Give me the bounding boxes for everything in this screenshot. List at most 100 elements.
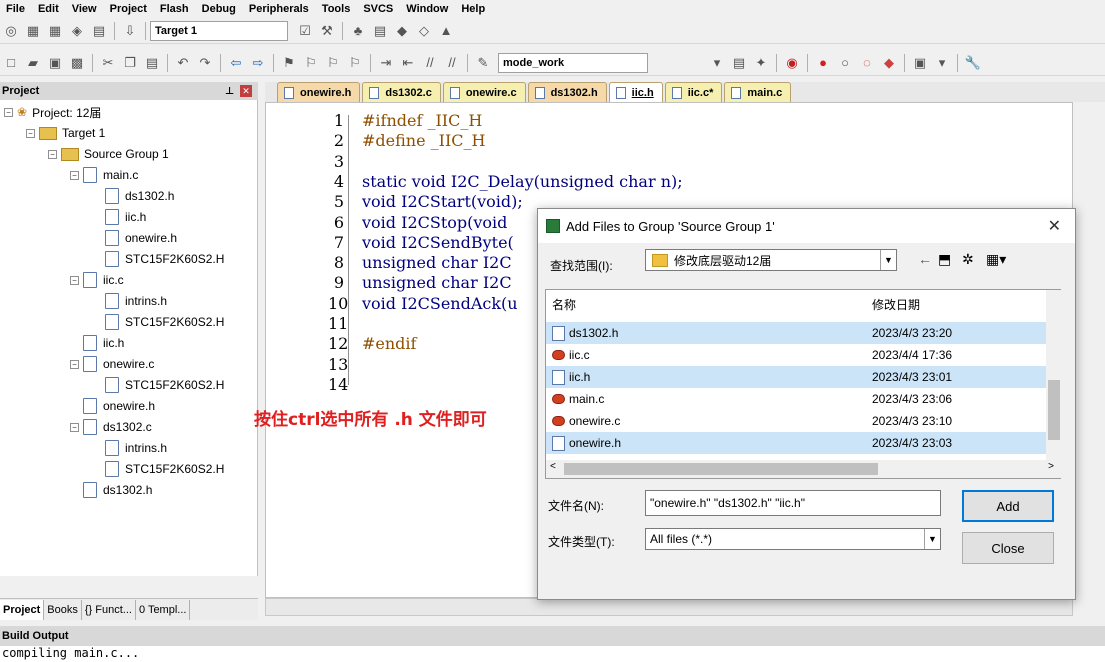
find-in-files-icon[interactable]: ✎ [474, 54, 492, 72]
prev-bookmark-icon[interactable]: ⚐ [302, 54, 320, 72]
menu-item-flash[interactable]: Flash [154, 3, 196, 15]
editor-tab[interactable]: main.c [724, 82, 792, 102]
file-list-hscroll[interactable]: < > [546, 460, 1062, 478]
expand-toggle-icon[interactable]: − [4, 107, 13, 117]
tree-item[interactable]: − Source Group 1 [48, 144, 169, 164]
redo-icon[interactable]: ↷ [196, 54, 214, 72]
download-icon[interactable]: ⇩ [121, 22, 139, 40]
rebuild-icon[interactable]: ▦ [46, 22, 64, 40]
editor-tab[interactable]: onewire.h [277, 82, 361, 102]
expand-toggle-icon[interactable]: − [48, 149, 57, 159]
filetype-select[interactable]: All files (*.*) ▼ [645, 528, 941, 550]
tree-item[interactable]: − iic.c [70, 270, 124, 290]
tree-item[interactable]: intrins.h [92, 291, 167, 311]
tree-item[interactable]: iic.h [70, 333, 124, 353]
file-row[interactable]: onewire.h 2023/4/3 23:03 [546, 432, 1046, 454]
breakpoint-icon[interactable]: ● [814, 54, 832, 72]
col-date[interactable]: 修改日期 [872, 296, 1042, 313]
expand-toggle-icon[interactable]: − [70, 170, 79, 180]
expand-toggle-icon[interactable]: − [70, 359, 79, 369]
window-layout-icon[interactable]: ▣ [911, 54, 929, 72]
cut-icon[interactable]: ✂ [99, 54, 117, 72]
save-all-icon[interactable]: ▩ [68, 54, 86, 72]
tree-item[interactable]: STC15F2K60S2.H [92, 459, 224, 479]
dialog-close-icon[interactable]: ✕ [1048, 216, 1061, 236]
filename-input[interactable]: "onewire.h" "ds1302.h" "iic.h" [645, 490, 941, 516]
close-icon[interactable]: ✕ [240, 85, 252, 97]
indent-icon[interactable]: ⇥ [377, 54, 395, 72]
clear-bookmarks-icon[interactable]: ⚐ [346, 54, 364, 72]
chevron-down-icon[interactable]: ▼ [924, 529, 940, 549]
tools-icon[interactable]: ✦ [752, 54, 770, 72]
menu-item-debug[interactable]: Debug [196, 3, 243, 15]
editor-tab[interactable]: ds1302.c [362, 82, 441, 102]
build-icon[interactable]: ▦ [24, 22, 42, 40]
tree-item[interactable]: intrins.h [92, 438, 167, 458]
panel-tab[interactable]: 0 Templ... [136, 599, 191, 620]
file-row[interactable]: ds1302.h 2023/4/3 23:20 [546, 322, 1046, 344]
open-file-icon[interactable]: ▰ [24, 54, 42, 72]
file-row[interactable]: iic.c 2023/4/4 17:36 [546, 344, 1046, 366]
tree-item[interactable]: ds1302.h [92, 186, 174, 206]
clear-breakpoints-icon[interactable]: ◌ [858, 54, 876, 72]
expand-toggle-icon[interactable]: − [70, 275, 79, 285]
new-folder-icon[interactable]: ✲ [962, 251, 974, 268]
copy-icon[interactable]: ❐ [121, 54, 139, 72]
comment-icon[interactable]: // [421, 54, 439, 72]
menu-item-project[interactable]: Project [104, 3, 154, 15]
nav-forward-icon[interactable]: ⇨ [249, 54, 267, 72]
find-combo[interactable]: mode_work [498, 52, 648, 73]
add-button[interactable]: Add [962, 490, 1054, 522]
tree-item[interactable]: iic.h [92, 207, 146, 227]
menu-item-view[interactable]: View [66, 3, 104, 15]
editor-tab[interactable]: iic.c* [664, 82, 723, 102]
panel-tab[interactable]: Books [44, 599, 82, 620]
bookmark-icon[interactable]: ⚑ [280, 54, 298, 72]
editor-hscroll[interactable] [265, 598, 1073, 616]
tree-item[interactable]: onewire.h [70, 396, 155, 416]
pin-icon[interactable]: ⊥ [225, 86, 234, 97]
target-options-icon[interactable]: ☑ [296, 22, 314, 40]
pack-installer-icon[interactable]: ◆ [393, 22, 411, 40]
uncomment-icon[interactable]: // [443, 54, 461, 72]
incremental-find-icon[interactable]: ▤ [730, 54, 748, 72]
up-folder-icon[interactable]: ⬒ [938, 251, 951, 268]
file-row[interactable]: main.c 2023/4/3 23:06 [546, 388, 1046, 410]
scroll-thumb[interactable] [1048, 380, 1060, 440]
nav-back-icon[interactable]: ⇦ [227, 54, 245, 72]
save-icon[interactable]: ▣ [46, 54, 64, 72]
file-row[interactable]: onewire.c 2023/4/3 23:10 [546, 410, 1046, 432]
expand-toggle-icon[interactable]: − [26, 128, 35, 138]
tree-item[interactable]: STC15F2K60S2.H [92, 312, 224, 332]
find-dropdown-icon[interactable]: ▾ [708, 54, 726, 72]
rte-icon[interactable]: ◇ [415, 22, 433, 40]
tree-item[interactable]: STC15F2K60S2.H [92, 375, 224, 395]
kill-breakpoints-icon[interactable]: ◆ [880, 54, 898, 72]
menu-item-svcs[interactable]: SVCS [357, 3, 400, 15]
tree-item[interactable]: − ❀ Project: 12届 [4, 102, 101, 122]
back-icon[interactable]: ← [918, 251, 932, 267]
file-row[interactable]: iic.h 2023/4/3 23:01 [546, 366, 1046, 388]
editor-tab[interactable]: ds1302.h [527, 82, 607, 102]
look-in-select[interactable]: 修改底层驱动12届 ▼ [645, 249, 897, 271]
menu-item-edit[interactable]: Edit [32, 3, 66, 15]
configure-icon[interactable]: 🔧 [964, 54, 982, 72]
tree-item[interactable]: − ds1302.c [70, 417, 152, 437]
file-list-vscroll[interactable] [1046, 290, 1062, 460]
manage-components-icon[interactable]: ⚒ [318, 22, 336, 40]
tree-item[interactable]: − Target 1 [26, 123, 105, 143]
tree-item[interactable]: ds1302.h [70, 480, 152, 500]
unindent-icon[interactable]: ⇤ [399, 54, 417, 72]
scroll-right-icon[interactable]: > [1048, 461, 1054, 472]
tree-item[interactable]: − onewire.c [70, 354, 154, 374]
col-name[interactable]: 名称 [546, 296, 872, 313]
undo-icon[interactable]: ↶ [174, 54, 192, 72]
panel-tab[interactable]: {} Funct... [82, 599, 136, 620]
translate-icon[interactable]: ◎ [2, 22, 20, 40]
view-menu-icon[interactable]: ▦▾ [986, 251, 1006, 268]
tree-item[interactable]: STC15F2K60S2.H [92, 249, 224, 269]
close-button[interactable]: Close [962, 532, 1054, 564]
window-layout-dropdown-icon[interactable]: ▾ [933, 54, 951, 72]
next-bookmark-icon[interactable]: ⚐ [324, 54, 342, 72]
select-packs-icon[interactable]: ▤ [371, 22, 389, 40]
